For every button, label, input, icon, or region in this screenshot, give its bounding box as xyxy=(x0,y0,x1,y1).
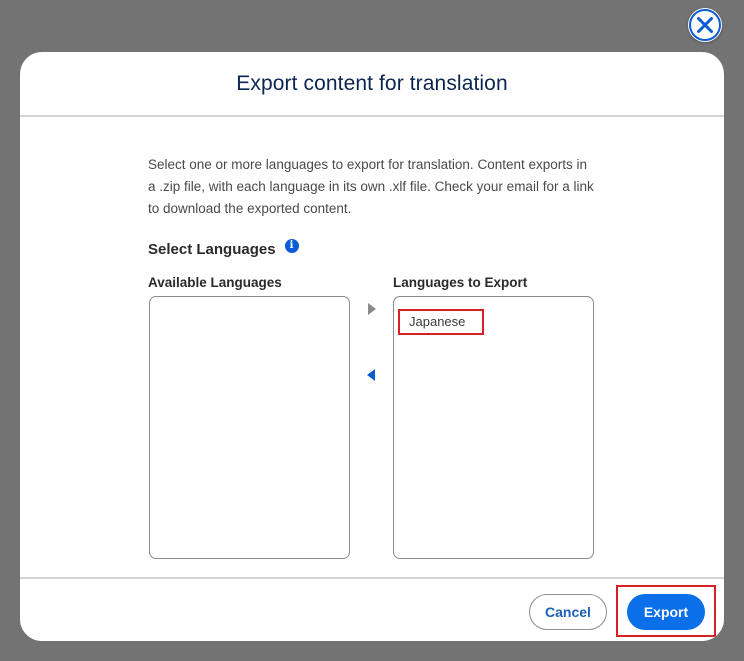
cancel-button[interactable]: Cancel xyxy=(529,594,607,630)
dialog-footer: Cancel Export xyxy=(20,577,724,641)
dialog-body: Select one or more languages to export f… xyxy=(20,117,724,577)
export-button[interactable]: Export xyxy=(627,594,705,630)
arrow-left-icon[interactable] xyxy=(366,369,376,381)
available-languages-label: Available Languages xyxy=(148,275,282,290)
arrow-right-icon[interactable] xyxy=(367,303,377,315)
select-languages-label: Select Languages xyxy=(148,241,276,258)
available-languages-list[interactable] xyxy=(149,296,350,559)
dialog-title: Export content for translation xyxy=(236,71,508,95)
export-dialog: Export content for translation Select on… xyxy=(20,52,724,641)
dialog-header: Export content for translation xyxy=(20,52,724,117)
languages-to-export-list[interactable]: Japanese xyxy=(393,296,594,559)
dialog-description: Select one or more languages to export f… xyxy=(148,157,594,216)
select-languages-heading: Select Languages i xyxy=(148,238,299,258)
info-icon[interactable]: i xyxy=(284,238,299,253)
close-icon xyxy=(689,9,721,41)
close-button[interactable] xyxy=(688,8,722,42)
languages-to-export-label: Languages to Export xyxy=(393,275,528,290)
list-item-japanese[interactable]: Japanese xyxy=(398,309,484,335)
